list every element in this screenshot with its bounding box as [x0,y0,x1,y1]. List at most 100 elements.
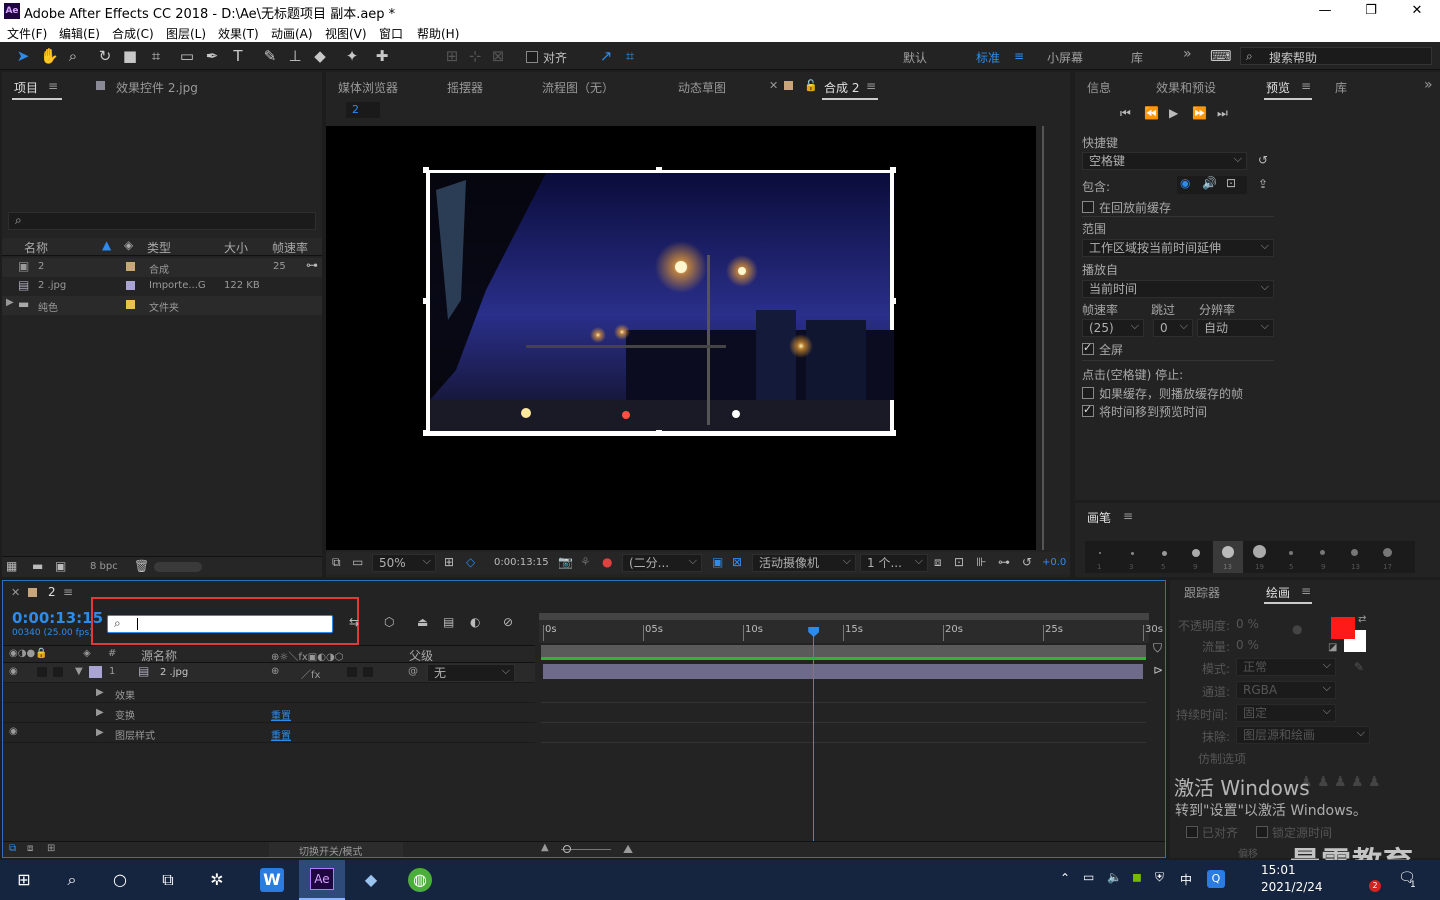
snap-edges-icon[interactable]: ↗ [597,47,615,65]
menu-view[interactable]: 视图(V) [325,25,367,42]
tab-effects-presets[interactable]: 效果和预设 [1156,79,1216,96]
network-icon[interactable]: ▭ [1083,870,1094,884]
time-ruler[interactable]: 0s 05s 10s 15s 20s 25s 30s [539,613,1163,643]
range-dropdown[interactable]: 工作区域按当前时间延伸 [1082,238,1274,257]
label-color-swatch[interactable] [89,666,102,678]
default-colors-icon[interactable]: ◪ [1328,642,1337,653]
menu-composition[interactable]: 合成(C) [112,25,154,42]
timeline-icon[interactable]: ⊪ [976,555,986,569]
fast-previews-icon[interactable]: ⊡ [954,555,964,569]
clock-time[interactable]: 15:01 [1261,863,1296,877]
project-row[interactable]: ▶ ▬ 纯色 文件夹 [2,296,322,315]
transform-handle[interactable] [423,167,429,173]
workspace-standard[interactable]: 标准 [976,49,1000,66]
timeline-search-input[interactable]: ⌕ [107,615,333,633]
move-time-checkbox[interactable] [1082,403,1094,417]
fps-dropdown[interactable]: (25) [1082,318,1144,337]
notes-app-icon[interactable]: ◆ [359,868,383,892]
layer-name[interactable]: 2 .jpg [160,667,188,678]
property-row[interactable]: ▶ 效果 [3,683,535,703]
channel-dropdown[interactable]: RGBA [1236,680,1336,699]
transform-handle[interactable] [890,430,896,436]
resolution-dropdown[interactable]: (二分... [622,553,702,572]
graph-editor-icon[interactable]: ⊘ [503,615,513,629]
brush-tip[interactable] [1289,551,1293,555]
selection-tool-icon[interactable]: ➤ [14,47,32,65]
fullscreen-checkbox[interactable] [1082,341,1094,355]
col-type[interactable]: 类型 [147,239,171,256]
play-icon[interactable]: ▶ [1169,106,1178,120]
comp-breadcrumb[interactable]: 2 [346,102,380,118]
brush-tool-icon[interactable]: ✎ [261,47,279,65]
reset-exposure-icon[interactable]: ↺ [1022,555,1032,569]
brush-tip[interactable] [1162,551,1167,556]
reset-transform-link[interactable]: 重置 [271,707,291,722]
skip-dropdown[interactable]: 0 [1153,318,1193,337]
monitor-icon[interactable]: ▭ [352,555,363,569]
property-row[interactable]: ▶ 变换 重置 [3,703,535,723]
always-preview-icon[interactable]: ⧉ [332,555,341,570]
eraser-tool-icon[interactable]: ◆ [311,47,329,65]
overlays-icon[interactable]: ⊡ [1226,176,1236,190]
tab-project[interactable]: 项目 [14,79,38,96]
audio-icon[interactable]: 🔊 [1202,176,1217,190]
quality-switch-icon[interactable]: ／fx [301,666,320,681]
work-area-bar[interactable] [539,613,1149,620]
hand-tool-icon[interactable]: ✋ [40,47,59,65]
pinwheel-app-icon[interactable]: ✲ [205,868,229,892]
clone-preset-icons[interactable]: ♟ ♟ ♟ ♟ ♟ [1300,774,1381,790]
transform-handle[interactable] [423,298,429,304]
brush-tip[interactable] [1383,548,1392,557]
flowchart-icon[interactable]: ⊶ [998,555,1010,569]
menu-help[interactable]: 帮助(H) [417,25,459,42]
transform-handle[interactable] [656,430,662,436]
switch-box[interactable] [347,667,357,677]
next-frame-icon[interactable]: ⏩ [1192,106,1207,120]
shy-switch-icon[interactable]: ⊕ [271,666,279,677]
close-tab-icon[interactable]: ✕ [769,79,778,92]
resolution-dropdown[interactable]: 自动 [1197,318,1274,337]
close-button[interactable]: ✕ [1394,0,1440,22]
lock-source-checkbox[interactable] [1256,826,1268,838]
brush-tip[interactable] [1131,552,1134,555]
maximize-button[interactable]: ❐ [1348,0,1394,22]
current-timecode[interactable]: 0:00:13:15 [12,609,103,627]
toggle-switches-modes-button[interactable]: 切换开关/模式 [269,842,403,858]
motion-blur-icon[interactable]: ◐ [470,615,480,629]
first-frame-icon[interactable]: ⏮ [1120,106,1131,121]
zoom-out-icon[interactable]: ▲ [541,842,549,853]
expand-arrow-icon[interactable]: ▶ [96,727,104,738]
more-workspaces-icon[interactable]: » [1183,46,1192,62]
draft-3d-icon[interactable]: ⬡ [384,615,394,629]
tab-composition[interactable]: 合成 2 [824,79,859,96]
brush-tips-grid[interactable]: 1 3 5 9 13 19 5 9 13 17 [1085,541,1415,573]
timeline-menu-icon[interactable]: ≡ [63,585,73,599]
col-name[interactable]: 名称 [24,239,48,256]
label-tag-icon[interactable]: ◈ [83,648,91,659]
tab-info[interactable]: 信息 [1087,79,1111,96]
toggle-pixel-aspect-icon[interactable]: ⧈ [934,555,942,570]
comp-menu-icon[interactable]: ≡ [866,79,876,93]
mask-visibility-icon[interactable]: ◇ [466,555,475,569]
new-composition-icon[interactable]: ▣ [55,559,66,573]
minimize-button[interactable]: — [1302,0,1348,22]
if-cached-checkbox[interactable] [1082,387,1094,399]
bit-depth-label[interactable]: 8 bpc [90,561,118,572]
rotate-tool-icon[interactable]: ↻ [96,47,114,65]
world-axis-icon[interactable]: ⊹ [466,47,484,65]
brush-tip[interactable] [1351,549,1358,556]
opacity-value[interactable]: 0 % [1236,617,1259,631]
transform-handle[interactable] [890,298,896,304]
tab-wiggler[interactable]: 摇摆器 [447,79,483,96]
view-axis-icon[interactable]: ⊠ [489,47,507,65]
transparency-grid-icon[interactable]: ⊠ [732,555,742,569]
workspace-default[interactable]: 默认 [903,49,927,66]
lock-icon[interactable]: 🔓 [804,79,818,92]
clock-date[interactable]: 2021/2/24 [1261,880,1323,894]
reset-icon[interactable]: ↺ [1258,153,1268,167]
tab-effect-controls[interactable]: 效果控件 2.jpg [116,79,198,96]
viewer-timecode[interactable]: 0:00:13:15 [494,557,549,568]
tab-brushes[interactable]: 画笔 [1087,509,1111,526]
collapse-arrow-icon[interactable]: ▼ [75,666,83,677]
clone-stamp-tool-icon[interactable]: ⊥ [286,47,304,65]
